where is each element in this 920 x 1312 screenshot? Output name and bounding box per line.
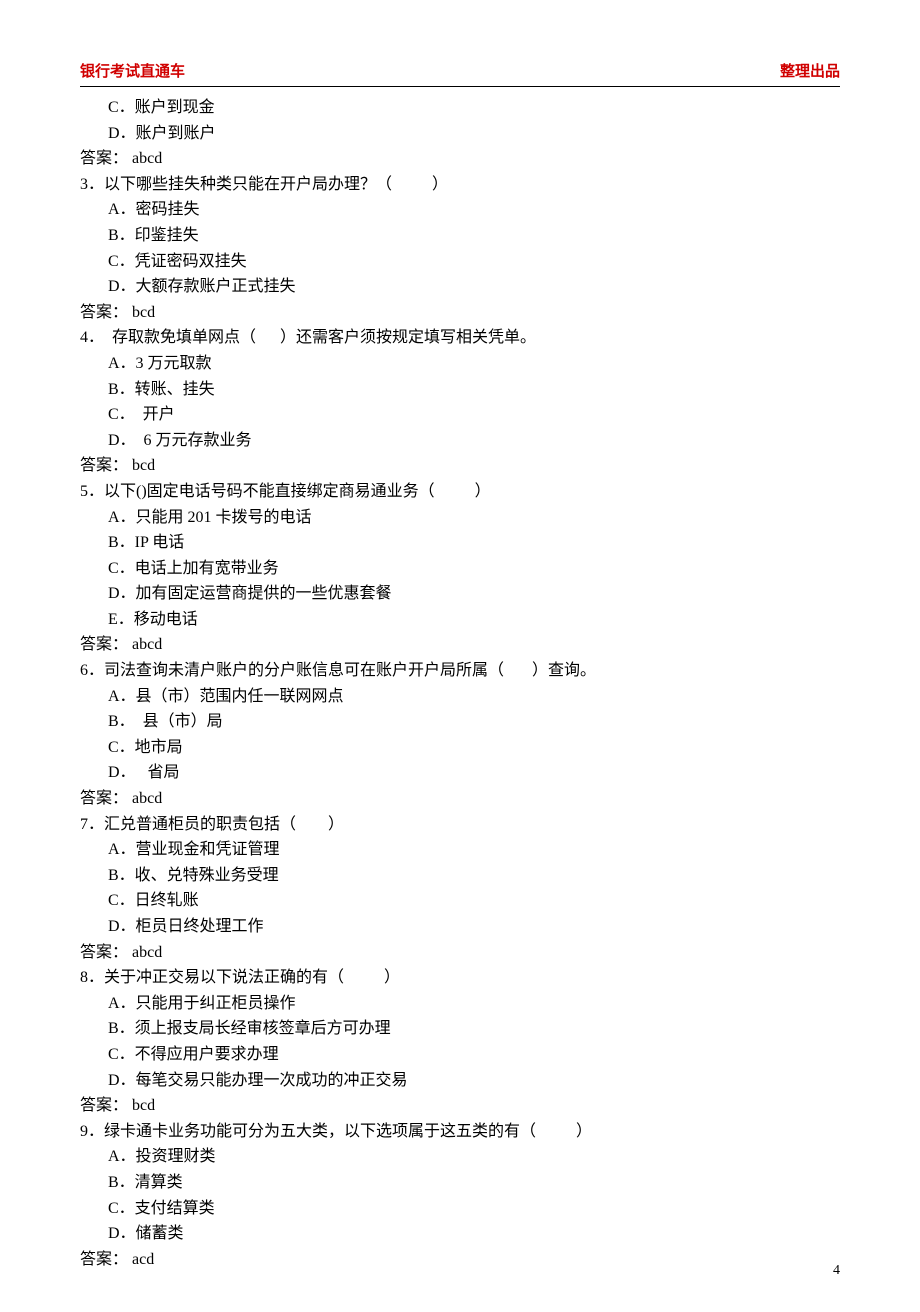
option-line: C．日终轧账 [80, 888, 840, 914]
header-left-text: 银行考试直通车 [80, 60, 185, 84]
option-line: E．移动电话 [80, 607, 840, 633]
question-line: 7．汇兑普通柜员的职责包括（ ） [80, 812, 840, 838]
question-line: 3．以下哪些挂失种类只能在开户局办理？（ ） [80, 172, 840, 198]
option-line: B．印鉴挂失 [80, 223, 840, 249]
option-line: C．账户到现金 [80, 95, 840, 121]
option-line: C．地市局 [80, 735, 840, 761]
page-container: 银行考试直通车 整理出品 C．账户到现金D．账户到账户答案： abcd3．以下哪… [0, 0, 920, 1312]
option-line: D．每笔交易只能办理一次成功的冲正交易 [80, 1068, 840, 1094]
answer-line: 答案： bcd [80, 453, 840, 479]
question-line: 8．关于冲正交易以下说法正确的有（ ） [80, 965, 840, 991]
question-line: 4． 存取款免填单网点（ ）还需客户须按规定填写相关凭单。 [80, 325, 840, 351]
option-line: C． 开户 [80, 402, 840, 428]
option-line: D．加有固定运营商提供的一些优惠套餐 [80, 581, 840, 607]
header-right-text: 整理出品 [780, 60, 840, 84]
question-line: 9．绿卡通卡业务功能可分为五大类，以下选项属于这五类的有（ ） [80, 1119, 840, 1145]
page-header: 银行考试直通车 整理出品 [80, 60, 840, 87]
option-line: D． 6 万元存款业务 [80, 428, 840, 454]
answer-line: 答案： abcd [80, 146, 840, 172]
answer-line: 答案： abcd [80, 940, 840, 966]
option-line: A．只能用于纠正柜员操作 [80, 991, 840, 1017]
page-number: 4 [833, 1260, 840, 1282]
answer-line: 答案： bcd [80, 300, 840, 326]
option-line: B．清算类 [80, 1170, 840, 1196]
option-line: B．转账、挂失 [80, 377, 840, 403]
document-body: C．账户到现金D．账户到账户答案： abcd3．以下哪些挂失种类只能在开户局办理… [80, 95, 840, 1272]
option-line: B． 县（市）局 [80, 709, 840, 735]
question-line: 6．司法查询未清户账户的分户账信息可在账户开户局所属（ ）查询。 [80, 658, 840, 684]
option-line: C．凭证密码双挂失 [80, 249, 840, 275]
option-line: B．IP 电话 [80, 530, 840, 556]
option-line: A．投资理财类 [80, 1144, 840, 1170]
option-line: A．3 万元取款 [80, 351, 840, 377]
option-line: D．大额存款账户正式挂失 [80, 274, 840, 300]
question-line: 5．以下()固定电话号码不能直接绑定商易通业务（ ） [80, 479, 840, 505]
option-line: A．只能用 201 卡拨号的电话 [80, 505, 840, 531]
option-line: D．柜员日终处理工作 [80, 914, 840, 940]
option-line: B．须上报支局长经审核签章后方可办理 [80, 1016, 840, 1042]
option-line: D． 省局 [80, 760, 840, 786]
answer-line: 答案： bcd [80, 1093, 840, 1119]
option-line: C．电话上加有宽带业务 [80, 556, 840, 582]
answer-line: 答案： abcd [80, 632, 840, 658]
answer-line: 答案： acd [80, 1247, 840, 1273]
option-line: A．营业现金和凭证管理 [80, 837, 840, 863]
option-line: D．账户到账户 [80, 121, 840, 147]
option-line: A．县（市）范围内任一联网网点 [80, 684, 840, 710]
answer-line: 答案： abcd [80, 786, 840, 812]
option-line: C．不得应用户要求办理 [80, 1042, 840, 1068]
option-line: C．支付结算类 [80, 1196, 840, 1222]
option-line: D．储蓄类 [80, 1221, 840, 1247]
option-line: A．密码挂失 [80, 197, 840, 223]
option-line: B．收、兑特殊业务受理 [80, 863, 840, 889]
